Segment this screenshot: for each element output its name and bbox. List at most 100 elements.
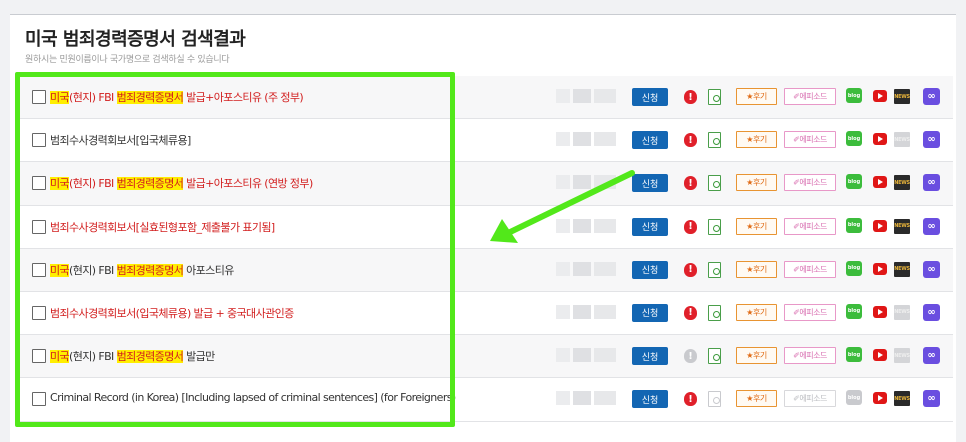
apply-button[interactable]: 신청 xyxy=(632,347,668,366)
results-list: 미국(현지) FBI 범죄경력증명서 발급+아포스티유 (주 정부) 신청! ★후기… xyxy=(18,76,953,422)
page-subtitle: 원하시는 민원이름이나 국가명으로 검색하실 수 있습니다 xyxy=(25,55,230,65)
review-button[interactable]: ★후기 xyxy=(736,217,777,235)
page-title: 미국 범죄경력증명서 검색결과 xyxy=(25,29,246,50)
review-button[interactable]: ★후기 xyxy=(736,131,777,149)
news-icon[interactable]: NEWS xyxy=(894,348,910,364)
news-icon[interactable]: NEWS xyxy=(894,218,910,234)
review-button[interactable]: ★후기 xyxy=(736,174,777,192)
document-search-icon[interactable] xyxy=(708,348,721,365)
youtube-icon[interactable] xyxy=(873,90,887,102)
service-name-link[interactable]: 범죄수사경력회보서[실효된형포함_제출불가 표기됨] xyxy=(50,219,275,235)
link-icon[interactable]: ∞ xyxy=(923,303,940,321)
document-search-icon[interactable] xyxy=(708,304,721,321)
service-name-link[interactable]: 범죄수사경력회보서[입국체류용] xyxy=(50,132,191,148)
price-redacted xyxy=(556,175,616,190)
service-name-segment: (현지) FBI xyxy=(69,350,117,364)
service-name-segment: 범죄경력증명서 xyxy=(116,91,184,104)
apply-button[interactable]: 신청 xyxy=(632,174,668,193)
blog-icon[interactable]: blog xyxy=(846,174,862,190)
review-button[interactable]: ★후기 xyxy=(736,347,777,365)
select-checkbox[interactable] xyxy=(32,133,46,148)
alert-icon[interactable]: ! xyxy=(684,133,697,148)
link-icon[interactable]: ∞ xyxy=(923,217,940,235)
select-checkbox[interactable] xyxy=(32,349,46,364)
review-button[interactable]: ★후기 xyxy=(736,260,777,278)
service-name-segment: 범죄수사경력회보서(입국체류용) 발급 + 중국대사관인증 xyxy=(50,306,294,320)
news-icon[interactable]: NEWS xyxy=(894,89,910,104)
service-name-segment: 발급만 xyxy=(183,350,215,364)
link-icon[interactable]: ∞ xyxy=(923,131,940,149)
alert-icon[interactable]: ! xyxy=(684,176,697,191)
document-search-icon[interactable] xyxy=(708,261,721,278)
review-button[interactable]: ★후기 xyxy=(736,303,777,321)
service-name-link[interactable]: 미국(현지) FBI 범죄경력증명서 발급+아포스티유 (주 정부) xyxy=(50,89,304,105)
select-checkbox[interactable] xyxy=(32,392,46,407)
select-checkbox[interactable] xyxy=(32,176,46,191)
document-search-icon[interactable] xyxy=(708,89,721,105)
blog-icon[interactable]: blog xyxy=(846,347,862,363)
review-button[interactable]: ★후기 xyxy=(736,88,777,105)
select-checkbox[interactable] xyxy=(32,305,46,320)
service-name-link[interactable]: 미국(현지) FBI 범죄경력증명서 발급만 xyxy=(50,348,215,364)
service-name-link[interactable]: 범죄수사경력회보서(입국체류용) 발급 + 중국대사관인증 xyxy=(50,305,294,321)
apply-button[interactable]: 신청 xyxy=(632,131,668,150)
news-icon[interactable]: NEWS xyxy=(894,261,910,277)
document-search-icon[interactable] xyxy=(708,391,721,408)
youtube-icon[interactable] xyxy=(873,133,887,146)
link-icon[interactable]: ∞ xyxy=(923,347,940,365)
service-name-link[interactable]: 미국(현지) FBI 범죄경력증명서 발급+아포스티유 (연방 정부) xyxy=(50,175,313,191)
blog-icon[interactable]: blog xyxy=(846,260,862,276)
review-button[interactable]: ★후기 xyxy=(736,390,777,408)
episode-button[interactable]: ✐에피소드 xyxy=(784,260,836,278)
document-search-icon[interactable] xyxy=(708,132,721,149)
blog-icon[interactable]: blog xyxy=(846,303,862,319)
apply-button[interactable]: 신청 xyxy=(632,217,668,236)
alert-icon[interactable]: ! xyxy=(684,262,697,277)
service-name-link[interactable]: 미국(현지) FBI 범죄경력증명서 아포스티유 xyxy=(50,262,234,278)
document-search-icon[interactable] xyxy=(708,175,721,192)
youtube-icon[interactable] xyxy=(873,176,887,189)
select-checkbox[interactable] xyxy=(32,262,46,277)
youtube-icon[interactable] xyxy=(873,219,887,232)
service-name-segment: (현지) FBI xyxy=(69,177,117,191)
episode-button[interactable]: ✐에피소드 xyxy=(784,347,836,365)
news-icon[interactable]: NEWS xyxy=(894,304,910,320)
service-name-segment: 미국 xyxy=(50,263,70,277)
document-search-icon[interactable] xyxy=(708,218,721,235)
youtube-icon[interactable] xyxy=(873,262,887,275)
episode-button[interactable]: ✐에피소드 xyxy=(784,217,836,235)
link-icon[interactable]: ∞ xyxy=(923,174,940,192)
link-icon[interactable]: ∞ xyxy=(923,88,940,105)
service-name-segment: 범죄수사경력회보서[실효된형포함_제출불가 표기됨] xyxy=(50,220,275,234)
episode-button[interactable]: ✐에피소드 xyxy=(784,303,836,321)
link-icon[interactable]: ∞ xyxy=(923,390,940,408)
youtube-icon[interactable] xyxy=(873,392,887,405)
episode-button[interactable]: ✐에피소드 xyxy=(784,88,836,105)
blog-icon[interactable]: blog xyxy=(846,131,862,147)
select-checkbox[interactable] xyxy=(32,219,46,234)
alert-icon[interactable]: ! xyxy=(684,392,697,407)
alert-icon[interactable]: ! xyxy=(684,349,697,364)
episode-button[interactable]: ✐에피소드 xyxy=(784,131,836,149)
news-icon[interactable]: NEWS xyxy=(894,132,910,148)
link-icon[interactable]: ∞ xyxy=(923,260,940,278)
youtube-icon[interactable] xyxy=(873,305,887,318)
news-icon[interactable]: NEWS xyxy=(894,175,910,191)
blog-icon[interactable]: blog xyxy=(846,217,862,233)
alert-icon[interactable]: ! xyxy=(684,305,697,320)
alert-icon[interactable]: ! xyxy=(684,90,697,104)
blog-icon[interactable]: blog xyxy=(846,88,862,103)
episode-button[interactable]: ✐에피소드 xyxy=(784,174,836,192)
blog-icon[interactable]: blog xyxy=(846,390,862,406)
episode-button[interactable]: ✐에피소드 xyxy=(784,390,836,408)
apply-button[interactable]: 신청 xyxy=(632,88,668,106)
apply-button[interactable]: 신청 xyxy=(632,390,668,409)
apply-button[interactable]: 신청 xyxy=(632,260,668,279)
apply-button[interactable]: 신청 xyxy=(632,303,668,322)
price-redacted xyxy=(556,304,616,319)
news-icon[interactable]: NEWS xyxy=(894,391,910,407)
youtube-icon[interactable] xyxy=(873,349,887,362)
alert-icon[interactable]: ! xyxy=(684,219,697,234)
service-name-link[interactable]: Criminal Record (in Korea) [Including la… xyxy=(50,391,456,404)
select-checkbox[interactable] xyxy=(32,90,46,104)
